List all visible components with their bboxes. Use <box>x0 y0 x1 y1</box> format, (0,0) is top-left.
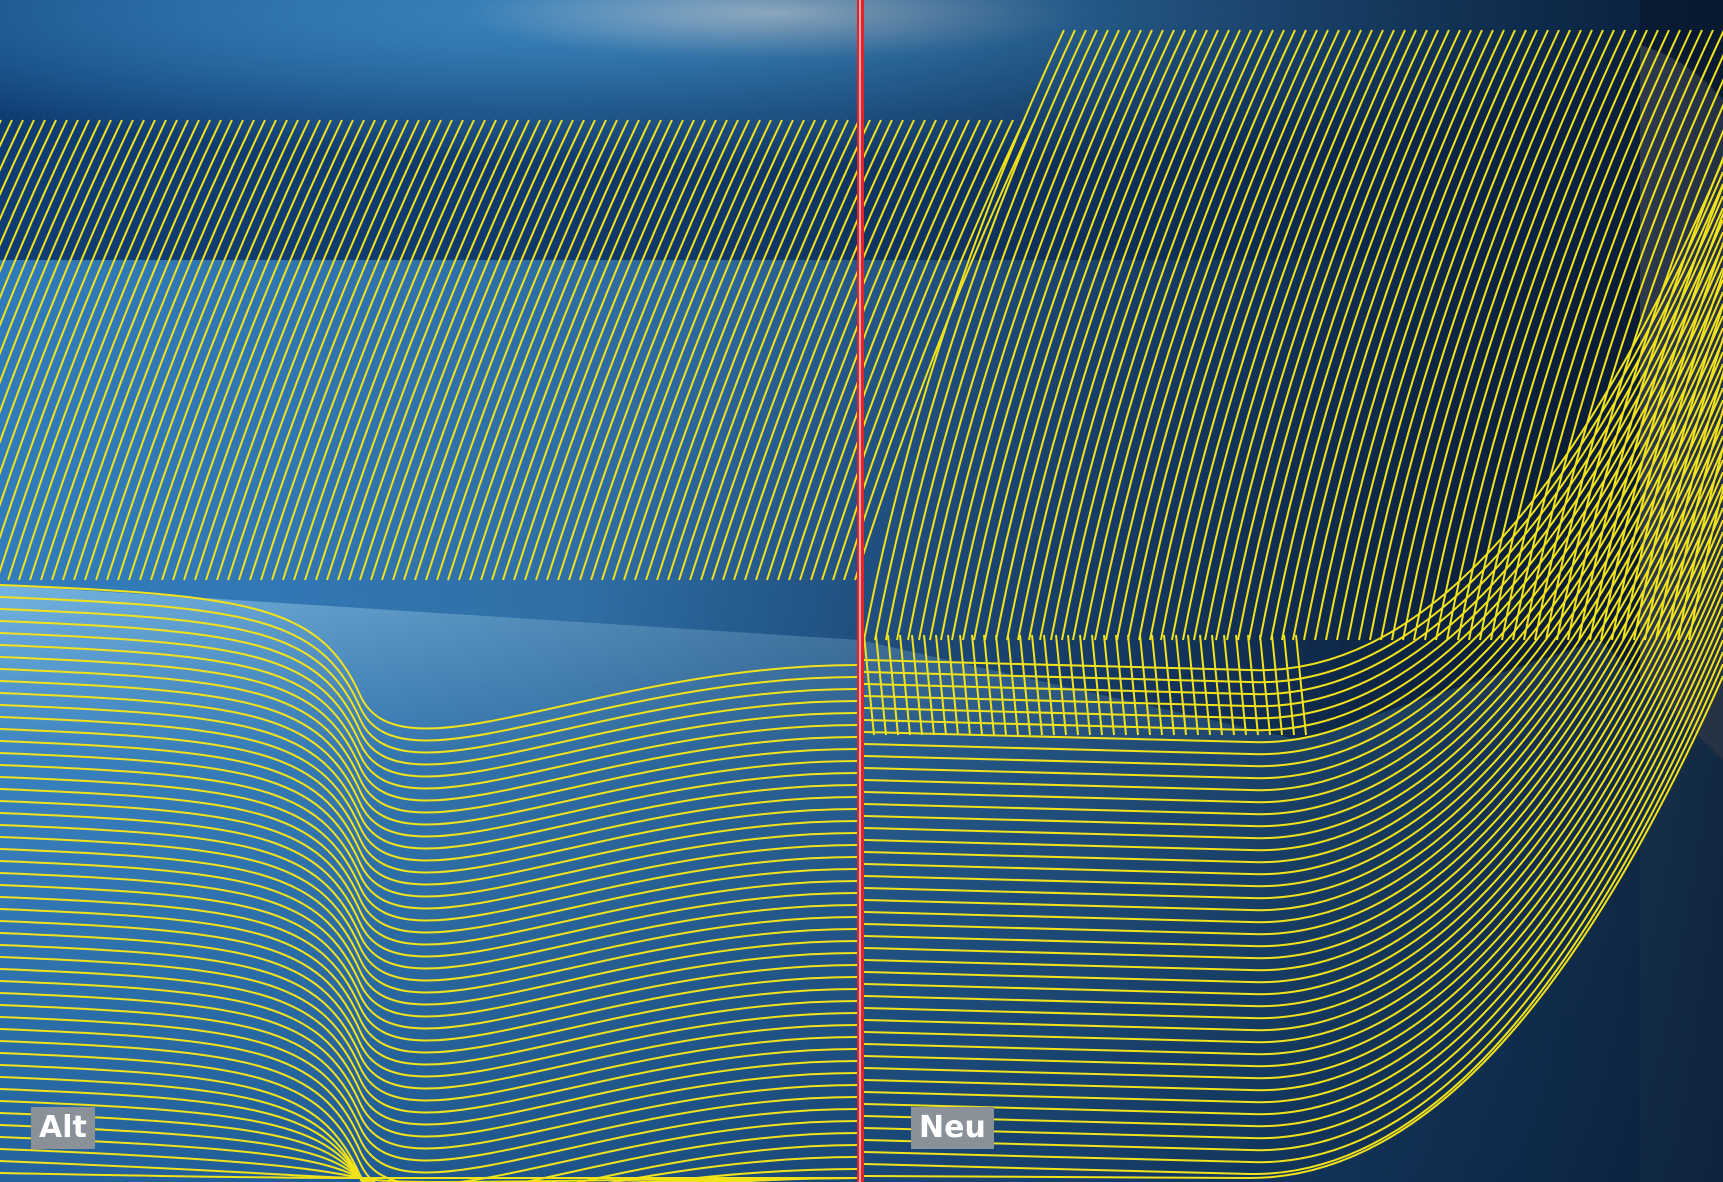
label-old: Alt <box>31 1107 95 1149</box>
toolpath-comparison-render <box>0 0 1723 1182</box>
divider-highlight <box>859 0 861 1182</box>
label-new: Neu <box>911 1107 994 1149</box>
